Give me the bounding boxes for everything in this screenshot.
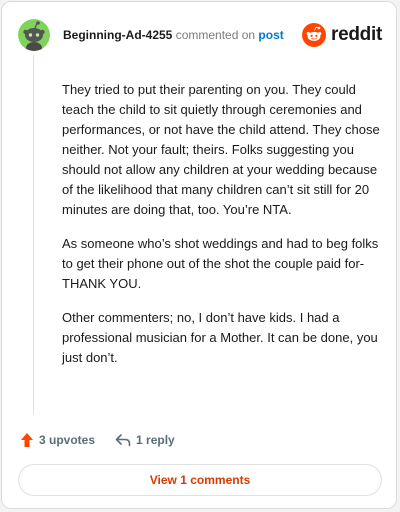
upvote-button[interactable]: 3 upvotes xyxy=(20,432,95,448)
thread-line xyxy=(33,54,34,414)
post-link[interactable]: post xyxy=(258,28,283,42)
commented-on-label: commented on xyxy=(175,28,256,42)
username-link[interactable]: Beginning-Ad-4255 xyxy=(63,28,172,42)
comment-paragraph: Other commenters; no, I don’t have kids.… xyxy=(62,310,378,365)
snoo-avatar-icon xyxy=(18,19,50,51)
user-avatar[interactable] xyxy=(18,19,50,51)
reply-count: 1 reply xyxy=(136,433,175,447)
reply-arrow-icon xyxy=(115,434,131,447)
comment-card: Beginning-Ad-4255 commented on post redd… xyxy=(1,1,397,509)
upvote-arrow-icon xyxy=(21,433,33,447)
comment-paragraph: As someone who’s shot weddings and had t… xyxy=(62,236,379,291)
reply-button[interactable]: 1 reply xyxy=(115,433,175,447)
view-comments-button[interactable]: View 1 comments xyxy=(18,464,382,496)
comment-meta: Beginning-Ad-4255 commented on post xyxy=(63,28,284,42)
comment-body: They tried to put their parenting on you… xyxy=(62,80,386,382)
upvote-count: 3 upvotes xyxy=(39,433,96,447)
comment-header: Beginning-Ad-4255 commented on post redd… xyxy=(18,18,382,52)
comment-actions: 3 upvotes 1 reply xyxy=(20,430,175,450)
reddit-logo-icon xyxy=(302,23,327,47)
comment-paragraph: They tried to put their parenting on you… xyxy=(62,82,380,217)
view-comments-label: View 1 comments xyxy=(149,473,251,487)
reddit-logo[interactable]: reddit xyxy=(302,21,382,49)
reddit-wordmark: reddit xyxy=(331,24,382,45)
